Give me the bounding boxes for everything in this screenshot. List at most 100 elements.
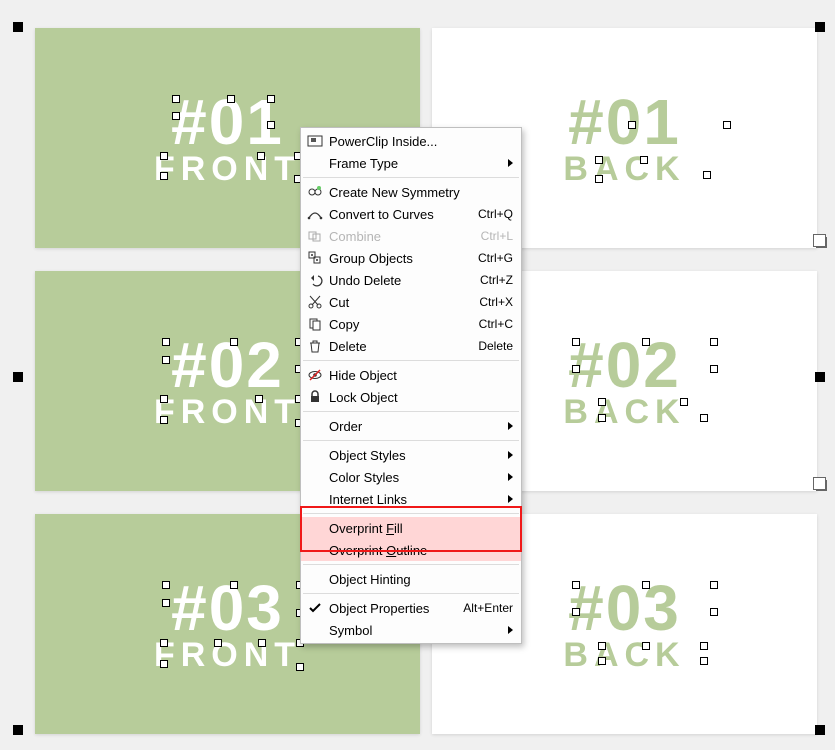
node-handle[interactable]: [267, 121, 275, 129]
card-number: #03: [568, 576, 681, 640]
node-handle[interactable]: [595, 156, 603, 164]
delete-icon: [305, 338, 325, 354]
node-handle[interactable]: [296, 663, 304, 671]
node-handle[interactable]: [255, 395, 263, 403]
menu-item-label: Create New Symmetry: [325, 185, 513, 200]
card-number: #03: [171, 576, 284, 640]
menu-item-create-new-symmetry[interactable]: Create New Symmetry: [301, 181, 521, 203]
node-handle[interactable]: [160, 172, 168, 180]
menu-item-label: Copy: [325, 317, 479, 332]
menu-item-powerclip-inside[interactable]: PowerClip Inside...: [301, 130, 521, 152]
node-handle[interactable]: [160, 152, 168, 160]
node-handle[interactable]: [598, 642, 606, 650]
menu-item-label: Overprint Fill: [325, 521, 513, 536]
menu-item-object-styles[interactable]: Object Styles: [301, 444, 521, 466]
node-handle[interactable]: [572, 365, 580, 373]
node-handle[interactable]: [700, 642, 708, 650]
selection-handle[interactable]: [815, 22, 825, 32]
menu-item-label: Group Objects: [325, 251, 478, 266]
node-handle[interactable]: [700, 657, 708, 665]
selection-handle[interactable]: [815, 725, 825, 735]
node-handle[interactable]: [162, 599, 170, 607]
node-handle[interactable]: [227, 95, 235, 103]
menu-item-label: Symbol: [325, 623, 513, 638]
node-handle[interactable]: [710, 365, 718, 373]
menu-item-convert-to-curves[interactable]: Convert to CurvesCtrl+Q: [301, 203, 521, 225]
menu-item-internet-links[interactable]: Internet Links: [301, 488, 521, 510]
undo-icon: [305, 272, 325, 288]
menu-separator: [303, 593, 519, 594]
node-handle[interactable]: [628, 121, 636, 129]
menu-item-group-objects[interactable]: Group ObjectsCtrl+G: [301, 247, 521, 269]
menu-item-hide-object[interactable]: Hide Object: [301, 364, 521, 386]
node-handle[interactable]: [642, 338, 650, 346]
powerclip-icon: [305, 133, 325, 149]
menu-item-order[interactable]: Order: [301, 415, 521, 437]
page-handle[interactable]: [816, 237, 827, 248]
node-handle[interactable]: [160, 395, 168, 403]
node-handle[interactable]: [172, 95, 180, 103]
node-handle[interactable]: [642, 642, 650, 650]
menu-separator: [303, 564, 519, 565]
node-handle[interactable]: [162, 581, 170, 589]
node-handle[interactable]: [595, 175, 603, 183]
node-handle[interactable]: [710, 338, 718, 346]
node-handle[interactable]: [640, 156, 648, 164]
card-side-label: BACK: [563, 152, 685, 186]
menu-item-overprint-fill[interactable]: Overprint Fill: [301, 517, 521, 539]
node-handle[interactable]: [572, 338, 580, 346]
menu-item-delete[interactable]: DeleteDelete: [301, 335, 521, 357]
node-handle[interactable]: [710, 581, 718, 589]
combine-icon: [305, 228, 325, 244]
menu-item-shortcut: Ctrl+C: [479, 317, 513, 331]
node-handle[interactable]: [258, 639, 266, 647]
menu-item-frame-type[interactable]: Frame Type: [301, 152, 521, 174]
menu-item-shortcut: Ctrl+Q: [478, 207, 513, 221]
node-handle[interactable]: [257, 152, 265, 160]
menu-item-undo-delete[interactable]: Undo DeleteCtrl+Z: [301, 269, 521, 291]
selection-handle[interactable]: [13, 725, 23, 735]
menu-item-object-hinting[interactable]: Object Hinting: [301, 568, 521, 590]
node-handle[interactable]: [230, 581, 238, 589]
menu-item-label: Cut: [325, 295, 479, 310]
node-handle[interactable]: [680, 398, 688, 406]
menu-separator: [303, 440, 519, 441]
menu-item-label: Overprint Outline: [325, 543, 513, 558]
node-handle[interactable]: [572, 581, 580, 589]
selection-handle[interactable]: [13, 372, 23, 382]
menu-item-copy[interactable]: CopyCtrl+C: [301, 313, 521, 335]
node-handle[interactable]: [162, 356, 170, 364]
menu-item-color-styles[interactable]: Color Styles: [301, 466, 521, 488]
node-handle[interactable]: [172, 112, 180, 120]
node-handle[interactable]: [710, 608, 718, 616]
menu-separator: [303, 513, 519, 514]
node-handle[interactable]: [642, 581, 650, 589]
node-handle[interactable]: [160, 660, 168, 668]
menu-item-cut[interactable]: CutCtrl+X: [301, 291, 521, 313]
node-handle[interactable]: [162, 338, 170, 346]
selection-handle[interactable]: [815, 372, 825, 382]
node-handle[interactable]: [598, 657, 606, 665]
menu-item-lock-object[interactable]: Lock Object: [301, 386, 521, 408]
menu-item-shortcut: Ctrl+X: [479, 295, 513, 309]
node-handle[interactable]: [230, 338, 238, 346]
curves-icon: [305, 206, 325, 222]
menu-item-object-properties[interactable]: Object PropertiesAlt+Enter: [301, 597, 521, 619]
node-handle[interactable]: [160, 639, 168, 647]
menu-item-overprint-outline[interactable]: Overprint Outline: [301, 539, 521, 561]
copy-icon: [305, 316, 325, 332]
node-handle[interactable]: [160, 416, 168, 424]
selection-handle[interactable]: [13, 22, 23, 32]
node-handle[interactable]: [214, 639, 222, 647]
card-side-label: FRONT: [154, 395, 301, 429]
card-side-label: FRONT: [154, 152, 301, 186]
node-handle[interactable]: [598, 414, 606, 422]
node-handle[interactable]: [267, 95, 275, 103]
node-handle[interactable]: [703, 171, 711, 179]
menu-item-symbol[interactable]: Symbol: [301, 619, 521, 641]
node-handle[interactable]: [700, 414, 708, 422]
node-handle[interactable]: [572, 608, 580, 616]
node-handle[interactable]: [723, 121, 731, 129]
node-handle[interactable]: [598, 398, 606, 406]
page-handle[interactable]: [816, 480, 827, 491]
